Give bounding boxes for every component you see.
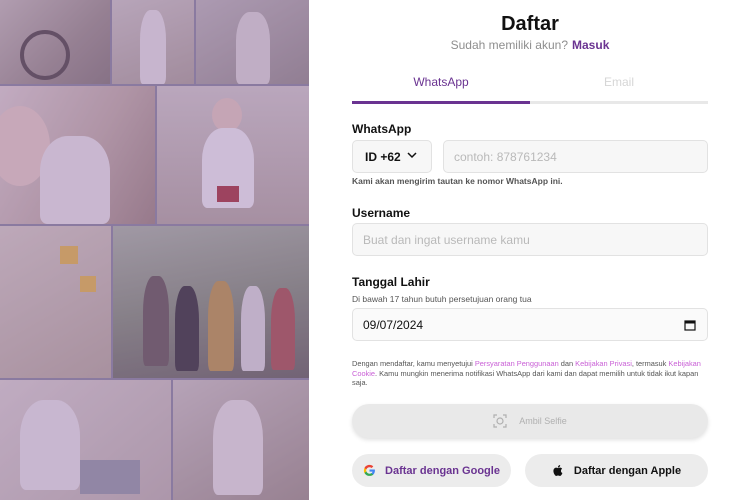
collage-photo-woman-laptop [0,380,171,500]
whatsapp-hint: Kami akan mengirim tautan ke nomor Whats… [352,176,563,186]
calendar-icon[interactable] [684,319,696,331]
collage-photo-cyclist [0,0,110,84]
face-scan-icon [493,414,507,428]
terms-notice: Dengan mendaftar, kamu menyetujui Persya… [352,359,708,388]
birthdate-hint: Di bawah 17 tahun butuh persetujuan oran… [352,294,532,304]
chevron-down-icon [407,152,417,159]
birthdate-input[interactable]: 09/07/2024 [352,308,708,341]
privacy-policy-link[interactable]: Kebijakan Privasi [575,359,632,368]
page-title: Daftar [501,13,559,35]
phone-number-input[interactable] [443,140,708,173]
apple-icon [553,464,563,476]
username-label: Username [352,206,411,220]
terms-of-use-link[interactable]: Persyaratan Penggunaan [475,359,559,368]
birthdate-value: 09/07/2024 [363,317,424,332]
take-selfie-label: Ambil Selfie [519,416,567,426]
signup-google-button[interactable]: Daftar dengan Google [352,454,511,487]
terms-text: , termasuk [631,359,667,368]
birthdate-label: Tanggal Lahir [352,275,430,289]
signup-form: Daftar Sudah memiliki akun? Masuk WhatsAp… [352,0,708,500]
collage-photo-woman-standing [112,0,194,84]
signup-google-label: Daftar dengan Google [385,464,500,477]
collage-photo-woman-smiling [0,86,155,224]
signup-apple-label: Daftar dengan Apple [573,464,682,477]
login-prompt-text: Sudah memiliki akun? [450,38,569,52]
login-prompt: Sudah memiliki akun? Masuk [352,38,708,52]
country-code-value: ID +62 [365,149,401,164]
signup-apple-button[interactable]: Daftar dengan Apple [525,454,708,487]
terms-text: dan [560,359,574,368]
photo-collage [0,0,309,500]
collage-photo-woman-gift [157,86,309,224]
terms-text: Dengan mendaftar, kamu menyetujui [352,359,473,368]
terms-text: . Kamu mungkin menerima notifikasi Whats… [352,368,699,388]
collage-photo-woman-selfie [173,380,309,500]
collage-photo-woman-phone [196,0,309,84]
tab-email[interactable]: Email [530,70,708,104]
collage-photo-sticky-notes [0,226,111,378]
signup-method-tabs: WhatsApp Email [352,70,708,104]
whatsapp-label: WhatsApp [352,122,412,136]
tab-whatsapp[interactable]: WhatsApp [352,70,530,104]
collage-photo-friends-group [113,226,309,378]
country-code-select[interactable]: ID +62 [352,140,432,173]
google-icon [363,464,375,476]
login-link[interactable]: Masuk [572,38,609,52]
take-selfie-button[interactable]: Ambil Selfie [352,404,708,438]
username-input[interactable] [352,223,708,256]
